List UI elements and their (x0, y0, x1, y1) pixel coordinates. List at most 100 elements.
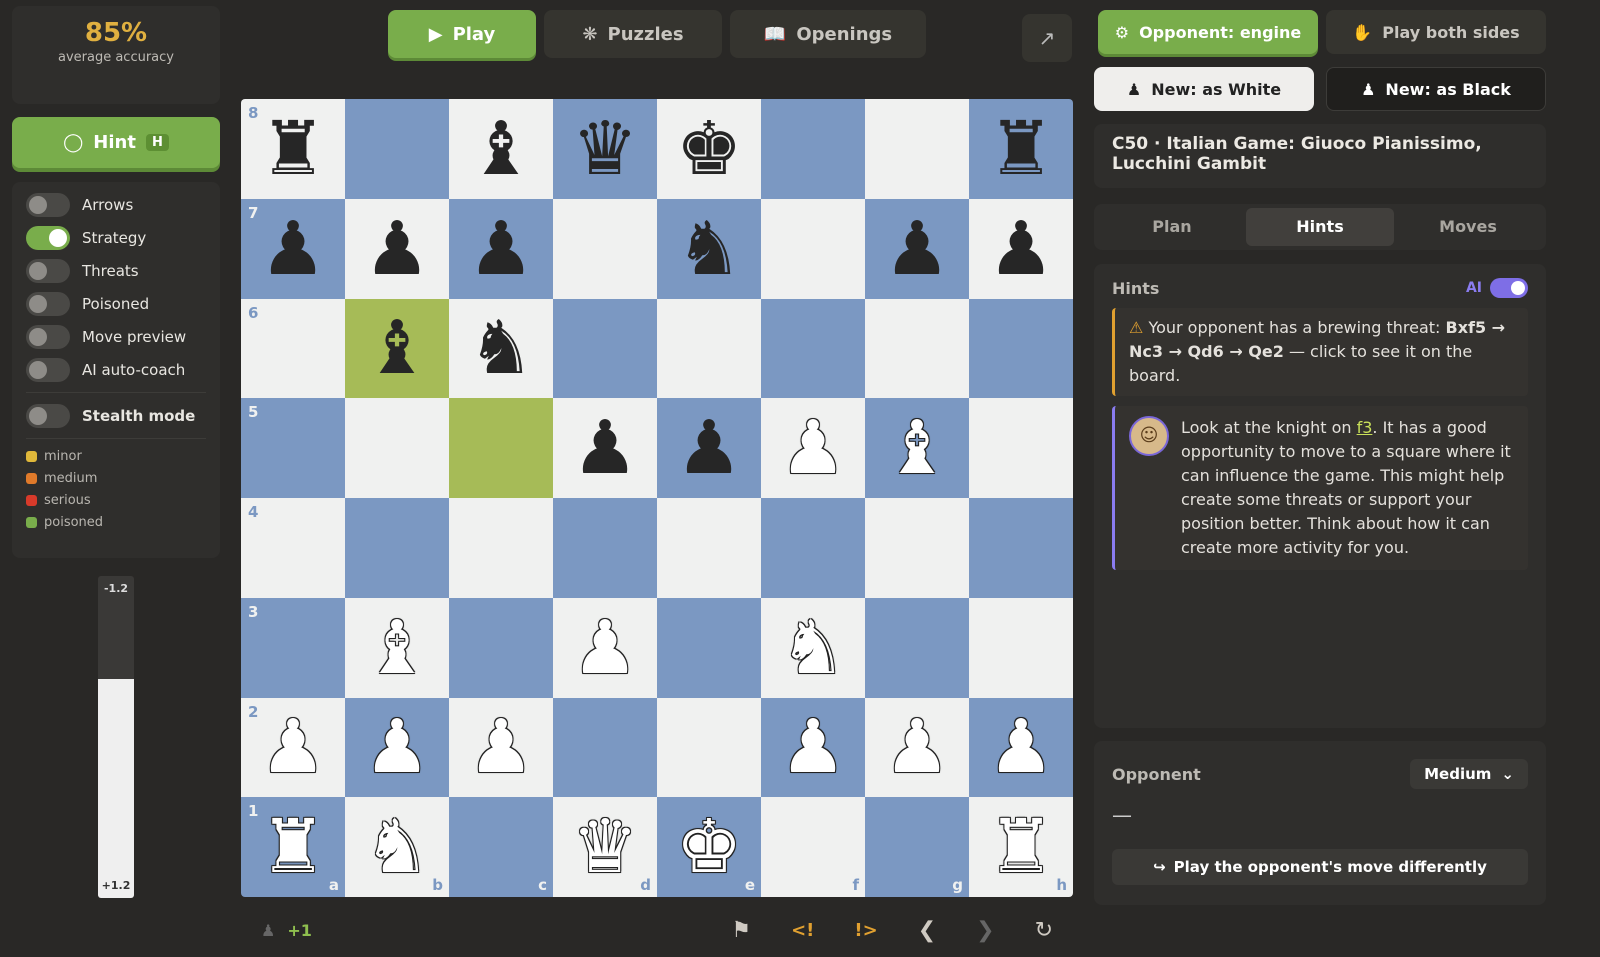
square-f2[interactable]: ♟ (761, 697, 865, 798)
toggle-row-threats[interactable]: Threats (12, 254, 220, 287)
white-pawn-icon[interactable]: ♟ (988, 710, 1054, 784)
square-h3[interactable] (969, 597, 1073, 698)
tab-plan[interactable]: Plan (1098, 208, 1246, 246)
white-pawn-icon[interactable]: ♟ (364, 710, 430, 784)
white-knight-icon[interactable]: ♞ (780, 611, 846, 685)
black-queen-icon[interactable]: ♛ (572, 112, 638, 186)
replay-opponent-move-button[interactable]: ↪ Play the opponent's move differently (1112, 849, 1528, 885)
square-c4[interactable] (449, 498, 553, 598)
toggle-switch[interactable] (26, 225, 70, 250)
white-queen-icon[interactable]: ♛ (572, 810, 638, 884)
black-knight-icon[interactable]: ♞ (676, 212, 742, 286)
flip-board-icon[interactable]: ↻ (1035, 918, 1053, 943)
square-b8[interactable] (345, 99, 449, 199)
square-g4[interactable] (865, 498, 969, 598)
toggle-switch[interactable] (26, 192, 70, 217)
black-king-icon[interactable]: ♚ (676, 112, 742, 186)
square-c3[interactable] (449, 597, 553, 698)
square-c2[interactable]: ♟ (449, 697, 553, 798)
square-f7[interactable] (761, 198, 865, 299)
square-d6[interactable] (553, 298, 657, 399)
white-pawn-icon[interactable]: ♟ (884, 710, 950, 784)
square-d8[interactable]: ♛ (553, 99, 657, 199)
square-h8[interactable]: ♜ (969, 99, 1073, 199)
square-b3[interactable]: ♝ (345, 597, 449, 698)
square-a3[interactable]: 3 (241, 597, 345, 698)
square-e1[interactable]: e ♚ (657, 797, 761, 897)
square-e3[interactable] (657, 597, 761, 698)
stealth-toggle[interactable] (26, 403, 70, 428)
previous-mistake-button[interactable]: <! (791, 920, 814, 941)
square-f6[interactable] (761, 298, 865, 399)
black-rook-icon[interactable]: ♜ (260, 112, 326, 186)
toggle-switch[interactable] (26, 291, 70, 316)
square-c5[interactable] (449, 398, 553, 498)
square-b5[interactable] (345, 398, 449, 498)
toggle-switch[interactable] (26, 324, 70, 349)
white-king-icon[interactable]: ♚ (676, 810, 742, 884)
square-g3[interactable] (865, 597, 969, 698)
square-e4[interactable] (657, 498, 761, 598)
hint-button[interactable]: ◯ Hint H (12, 117, 220, 168)
square-e8[interactable]: ♚ (657, 99, 761, 199)
square-e5[interactable]: ♟ (657, 398, 761, 498)
square-d5[interactable]: ♟ (553, 398, 657, 498)
square-g1[interactable]: g (865, 797, 969, 897)
toggle-switch[interactable] (26, 357, 70, 382)
square-h4[interactable] (969, 498, 1073, 598)
toggle-row-arrows[interactable]: Arrows (12, 188, 220, 221)
square-a6[interactable]: 6 (241, 298, 345, 399)
black-pawn-icon[interactable]: ♟ (988, 212, 1054, 286)
square-b4[interactable] (345, 498, 449, 598)
square-d2[interactable] (553, 697, 657, 798)
square-f4[interactable] (761, 498, 865, 598)
square-h2[interactable]: ♟ (969, 697, 1073, 798)
resign-flag-icon[interactable]: ⚑ (731, 918, 751, 943)
black-pawn-icon[interactable]: ♟ (676, 411, 742, 485)
chess-board[interactable]: 8 ♜ ♝ ♛ ♚ ♜ 7 ♟ ♟ ♟ ♞ ♟ ♟ 6 ♝ ♞ 5 ♟ ♟ ♟ ♝ 4 3 ♝ ♟ ♞ 2 ♟ ♟ ♟ ♟ ♟ ♟ 1 a ♜ b ♞ c d… (241, 99, 1073, 897)
new-as-white-button[interactable]: ♟ New: as White (1094, 67, 1314, 111)
play-both-sides-button[interactable]: ✋ Play both sides (1326, 10, 1546, 54)
openings-button[interactable]: 📖 Openings (730, 10, 926, 58)
black-rook-icon[interactable]: ♜ (988, 112, 1054, 186)
toggle-row-poisoned[interactable]: Poisoned (12, 287, 220, 320)
black-knight-icon[interactable]: ♞ (468, 311, 534, 385)
white-pawn-icon[interactable]: ♟ (572, 611, 638, 685)
square-b7[interactable]: ♟ (345, 198, 449, 299)
square-h5[interactable] (969, 398, 1073, 498)
square-g2[interactable]: ♟ (865, 697, 969, 798)
square-c8[interactable]: ♝ (449, 99, 553, 199)
next-mistake-button[interactable]: !> (854, 920, 877, 941)
stealth-toggle-row[interactable]: Stealth mode (12, 399, 220, 432)
square-e7[interactable]: ♞ (657, 198, 761, 299)
black-pawn-icon[interactable]: ♟ (468, 212, 534, 286)
square-d1[interactable]: d ♛ (553, 797, 657, 897)
square-a1[interactable]: 1 a ♜ (241, 797, 345, 897)
square-a8[interactable]: 8 ♜ (241, 99, 345, 199)
tab-hints[interactable]: Hints (1246, 208, 1394, 246)
square-h7[interactable]: ♟ (969, 198, 1073, 299)
white-pawn-icon[interactable]: ♟ (468, 710, 534, 784)
square-a2[interactable]: 2 ♟ (241, 697, 345, 798)
threat-hint-card[interactable]: ⚠ Your opponent has a brewing threat: Bx… (1112, 308, 1528, 396)
ai-toggle[interactable] (1490, 278, 1528, 298)
square-e2[interactable] (657, 697, 761, 798)
white-pawn-icon[interactable]: ♟ (260, 710, 326, 784)
square-g6[interactable] (865, 298, 969, 399)
white-knight-icon[interactable]: ♞ (364, 810, 430, 884)
back-icon[interactable]: ❮ (918, 918, 936, 943)
black-pawn-icon[interactable]: ♟ (260, 212, 326, 286)
black-bishop-icon[interactable]: ♝ (468, 112, 534, 186)
square-a7[interactable]: 7 ♟ (241, 198, 345, 299)
black-bishop-icon[interactable]: ♝ (364, 311, 430, 385)
square-f1[interactable]: f (761, 797, 865, 897)
square-b2[interactable]: ♟ (345, 697, 449, 798)
square-c1[interactable]: c (449, 797, 553, 897)
square-g5[interactable]: ♝ (865, 398, 969, 498)
square-h1[interactable]: h ♜ (969, 797, 1073, 897)
black-pawn-icon[interactable]: ♟ (884, 212, 950, 286)
square-link[interactable]: f3 (1357, 418, 1373, 437)
white-bishop-icon[interactable]: ♝ (884, 411, 950, 485)
opponent-engine-button[interactable]: ⚙ Opponent: engine (1098, 10, 1318, 54)
difficulty-select[interactable]: Medium ⌄ (1410, 759, 1528, 789)
